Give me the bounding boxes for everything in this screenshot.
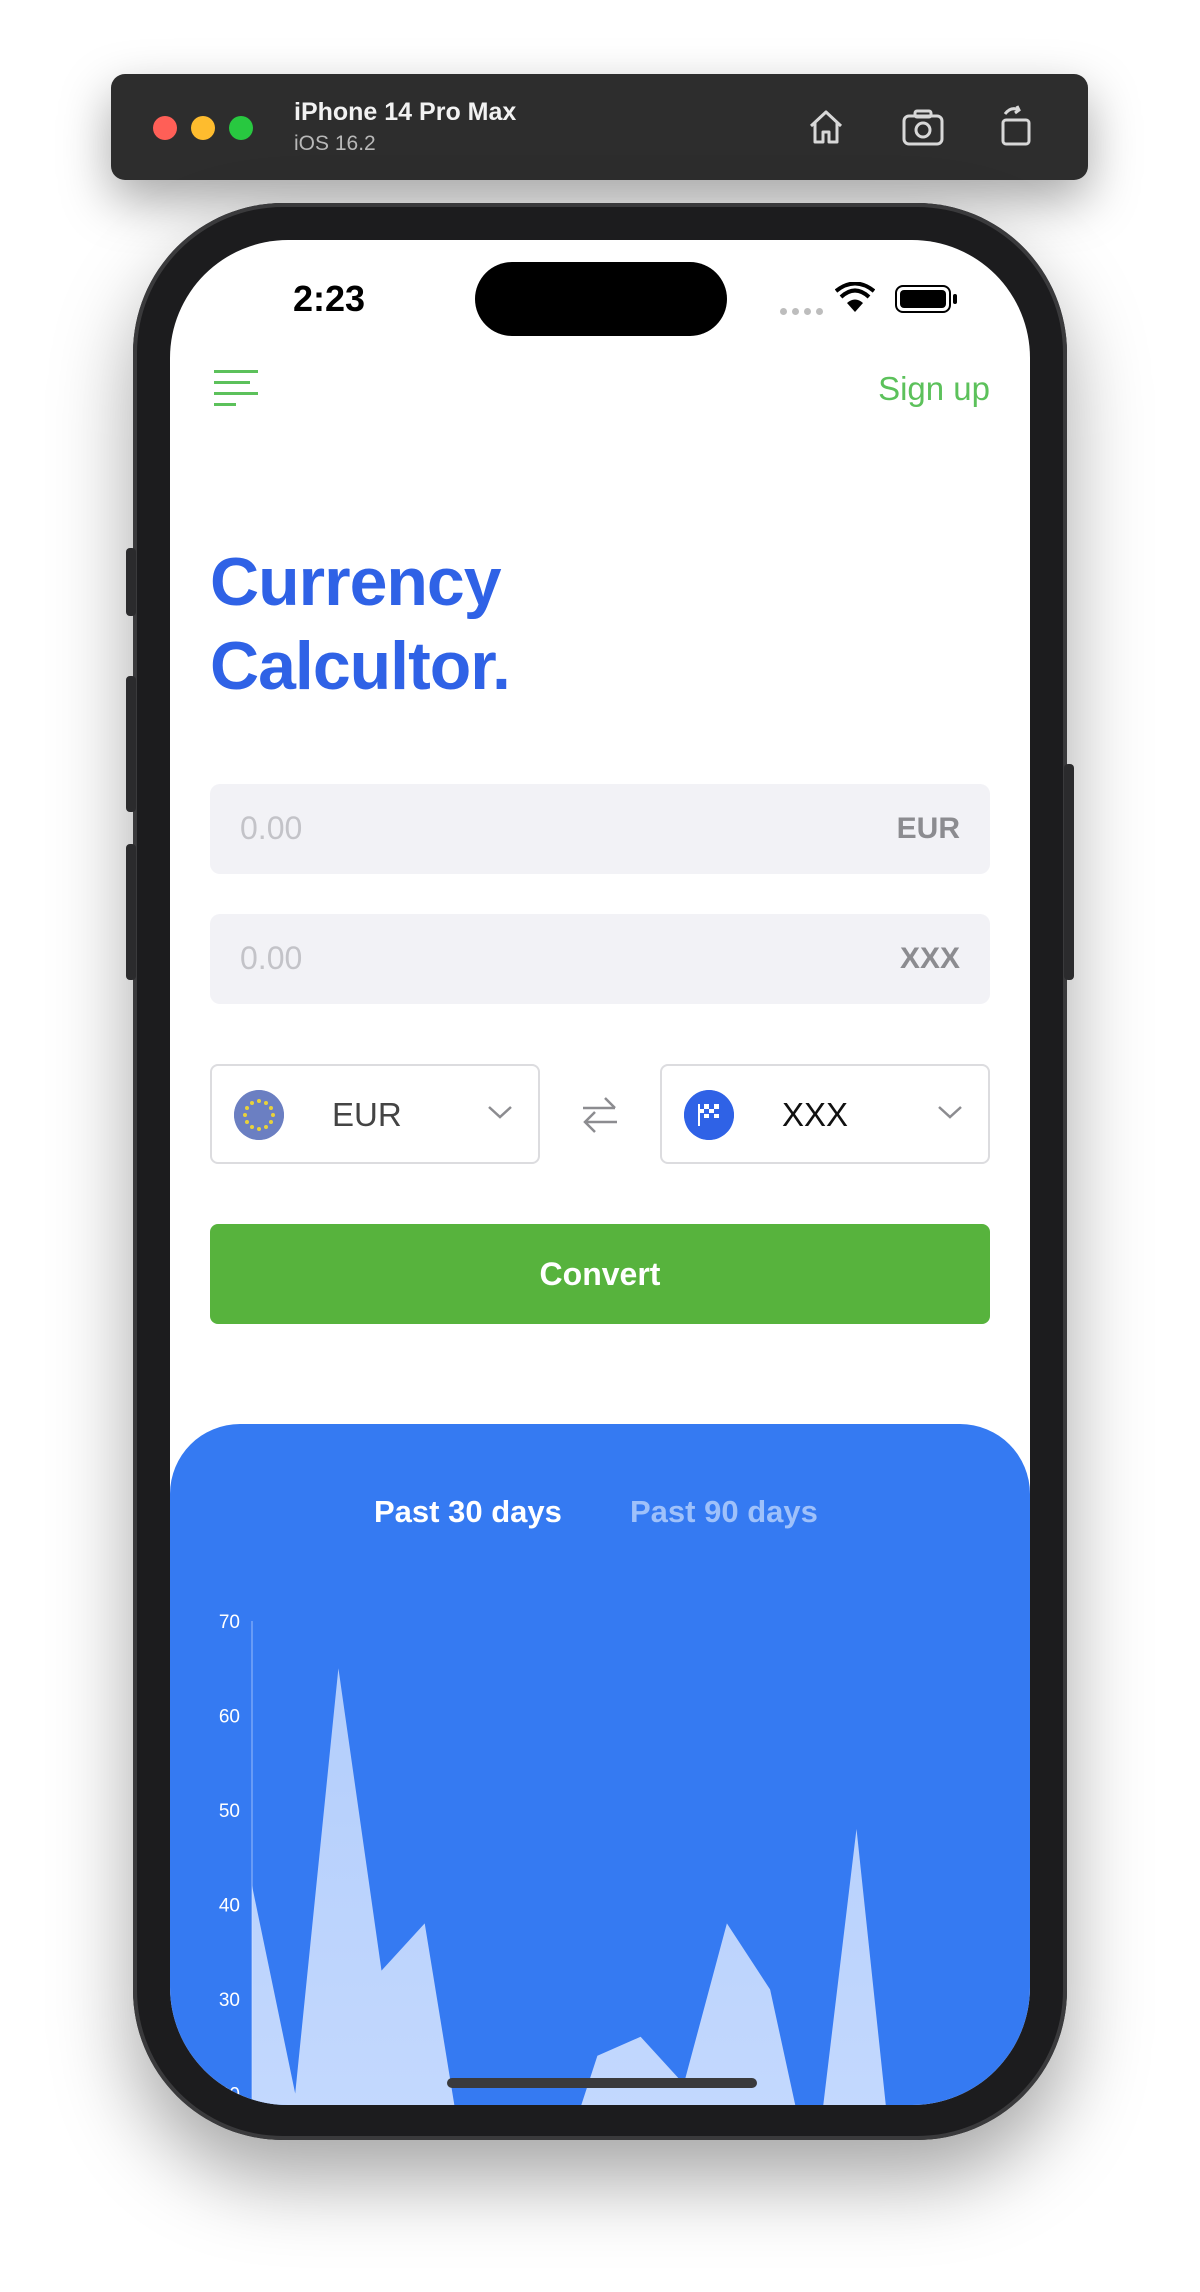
checkered-flag-icon: [684, 1090, 734, 1140]
currency-from-code: EUR: [332, 1096, 402, 1133]
os-version: iOS 16.2: [294, 132, 376, 155]
currency-to-code: XXX: [782, 1096, 849, 1133]
battery-icon: [895, 285, 957, 313]
y-tick-label: 60: [219, 1707, 240, 1728]
cellular-signal-icon: [780, 302, 828, 320]
eu-flag-icon: [234, 1090, 284, 1140]
status-time: 2:23: [293, 278, 366, 319]
amount-from-currency: EUR: [896, 812, 960, 845]
device-name: iPhone 14 Pro Max: [294, 98, 517, 126]
y-tick-label: 70: [219, 1612, 240, 1633]
currency-to-select[interactable]: XXX: [660, 1064, 990, 1164]
mute-switch: [126, 548, 136, 616]
history-chart-panel: Past 30 days Past 90 days 70 60 50 40 30 20: [170, 1424, 1030, 2105]
chevron-down-icon: [938, 1106, 962, 1119]
series-area: [252, 1668, 886, 2105]
hamburger-menu-icon[interactable]: [214, 370, 258, 410]
simulator-toolbar: iPhone 14 Pro Max iOS 16.2: [111, 74, 1088, 180]
amount-to-currency: XXX: [899, 942, 960, 975]
wifi-icon: [835, 282, 875, 312]
y-tick-label: 20: [219, 2085, 240, 2106]
rate-history-chart: 70 60 50 40 30 20: [219, 1612, 886, 2106]
volume-up-button: [126, 676, 136, 812]
rotate-icon[interactable]: [991, 102, 1041, 152]
title-line-2: Calcultor.: [210, 628, 511, 704]
currency-from-select[interactable]: EUR: [210, 1064, 540, 1164]
swap-icon[interactable]: [575, 1090, 625, 1140]
home-indicator: [447, 2078, 757, 2088]
amount-from-value[interactable]: 0.00: [240, 810, 302, 847]
amount-to-value[interactable]: 0.00: [240, 940, 302, 977]
page-title: Currency Calcultor.: [210, 540, 810, 708]
dynamic-island: [475, 262, 727, 336]
screenshot-icon[interactable]: [898, 102, 948, 152]
y-tick-label: 50: [219, 1801, 240, 1822]
convert-button[interactable]: Convert: [210, 1224, 990, 1324]
y-tick-label: 30: [219, 1990, 240, 2011]
chevron-down-icon: [488, 1106, 512, 1119]
title-line-1: Currency: [210, 544, 502, 620]
y-tick-label: 40: [219, 1896, 240, 1917]
minimize-window-button[interactable]: [191, 116, 215, 140]
amount-from-field[interactable]: 0.00 EUR: [210, 784, 990, 874]
zoom-window-button[interactable]: [229, 116, 253, 140]
home-icon[interactable]: [801, 102, 851, 152]
power-button: [1064, 764, 1074, 980]
signup-link[interactable]: Sign up: [878, 370, 990, 408]
app-screen: 2:23 Sign up Currency Calcultor. 0.00 EU…: [170, 240, 1030, 2105]
close-window-button[interactable]: [153, 116, 177, 140]
amount-to-field[interactable]: 0.00 XXX: [210, 914, 990, 1004]
volume-down-button: [126, 844, 136, 980]
